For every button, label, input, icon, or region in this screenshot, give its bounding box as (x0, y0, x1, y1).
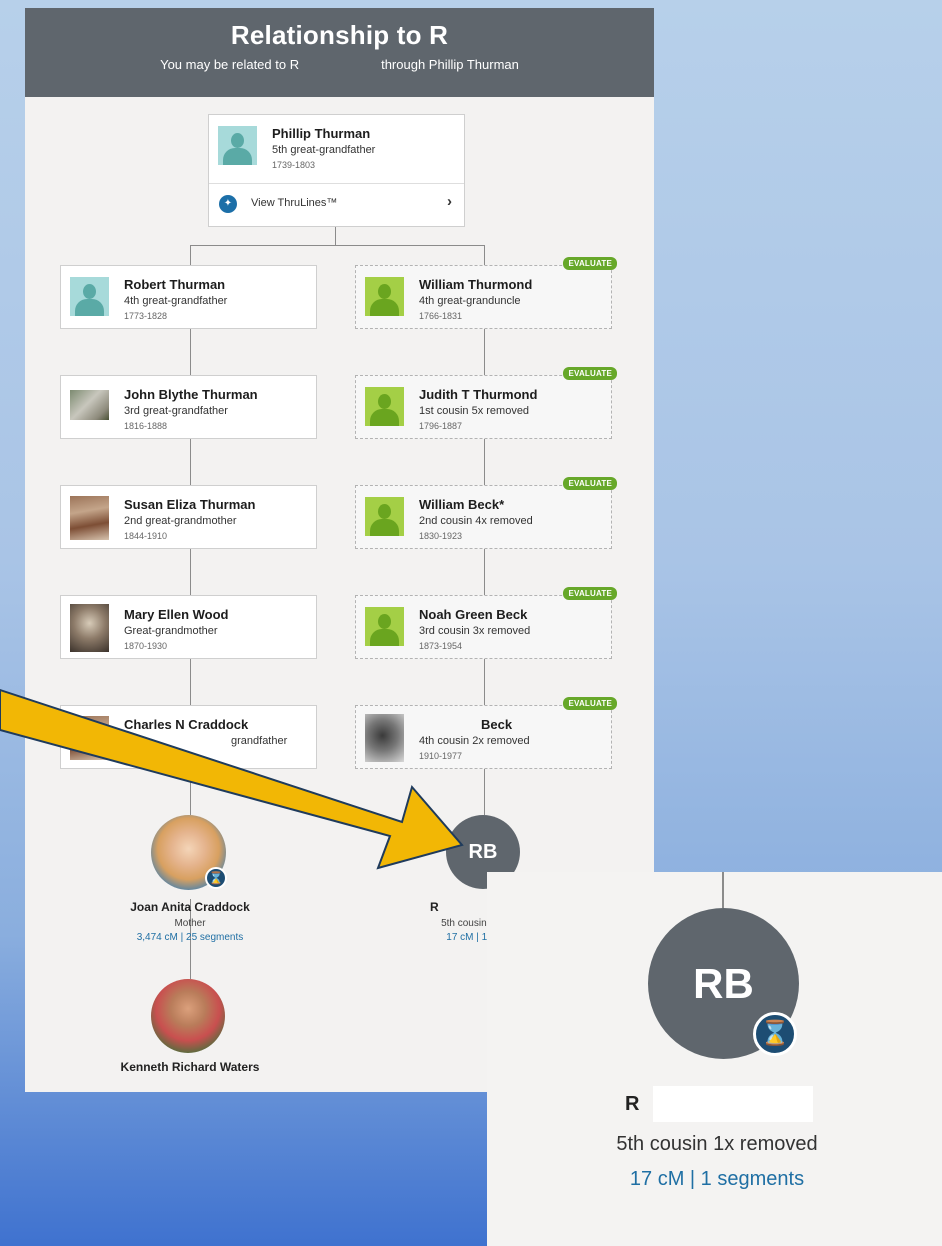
headstone-photo (70, 390, 109, 420)
person-dates: 1766-1831 (419, 311, 463, 321)
person-silhouette-icon (218, 126, 257, 165)
connector-line (190, 245, 191, 265)
person-relation: 1st cousin 5x removed (419, 405, 530, 417)
person-card[interactable]: Charles N Craddock grandfather (60, 705, 317, 769)
person-card[interactable]: Mary Ellen Wood Great-grandmother 1870-1… (60, 595, 317, 659)
connector-line (190, 245, 485, 246)
person-dates: 1873-1954 (419, 641, 463, 651)
page-title: Relationship to R (230, 20, 449, 50)
page-subtitle: You may be related to R through Phillip T… (25, 57, 654, 72)
evaluate-badge[interactable]: EVALUATE (563, 477, 617, 490)
person-photo (70, 716, 109, 760)
evaluate-person-card[interactable]: EVALUATE Noah Green Beck 3rd cousin 3x r… (355, 587, 617, 659)
connector-line (190, 659, 191, 705)
person-name: Susan Eliza Thurman (124, 497, 256, 512)
dna-match-icon: ⌛ (753, 1012, 797, 1056)
connector-line (484, 329, 485, 375)
person-relation: grandfather (231, 735, 288, 747)
ancestor-relation: 5th great-grandfather (272, 144, 376, 156)
evaluate-badge[interactable]: EVALUATE (563, 257, 617, 270)
person-name: Judith T Thurmond (419, 387, 538, 402)
person-card[interactable]: John Blythe Thurman 3rd great-grandfathe… (60, 375, 317, 439)
zoom-match-dna-link[interactable]: 17 cM | 1 segments (527, 1168, 907, 1191)
person-relation: 4th great-granduncle (419, 295, 521, 307)
connector-line (335, 227, 336, 245)
evaluate-person-card[interactable]: EVALUATE William Thurmond 4th great-gran… (355, 257, 617, 329)
mother-name[interactable]: Joan Anita Craddock (85, 900, 295, 914)
person-silhouette-icon (70, 277, 109, 316)
person-name: William Thurmond (419, 277, 533, 292)
connector-line (484, 439, 485, 485)
zoom-inset: RB ⌛ R 5th cousin 1x removed 17 cM | 1 s… (487, 872, 942, 1246)
person-name: John Blythe Thurman (124, 387, 258, 402)
person-card[interactable]: Susan Eliza Thurman 2nd great-grandmothe… (60, 485, 317, 549)
mother-dna-link[interactable]: 3,474 cM | 25 segments (85, 932, 295, 943)
evaluate-badge[interactable]: EVALUATE (563, 697, 617, 710)
mother-relation: Mother (174, 918, 206, 929)
person-dates: 1816-1888 (124, 421, 168, 431)
connector-line (484, 549, 485, 595)
person-relation: Great-grandmother (124, 625, 218, 637)
ancestor-card[interactable]: Phillip Thurman 5th great-grandfather 17… (208, 114, 465, 227)
person-name: Mary Ellen Wood (124, 607, 229, 622)
subtitle-prefix: You may be related to R (160, 57, 300, 72)
evaluate-person-card[interactable]: EVALUATE William Beck* 2nd cousin 4x rem… (355, 477, 617, 549)
person-relation: 2nd great-grandmother (124, 515, 237, 527)
user-avatar[interactable] (151, 979, 225, 1053)
connector-line (190, 769, 191, 815)
person-relation: 3rd great-grandfather (124, 405, 228, 417)
person-dates: 1910-1977 (419, 751, 463, 761)
redaction-box (653, 1086, 813, 1122)
thrulines-icon: ✦ (219, 195, 237, 213)
connector-line (484, 245, 485, 265)
match-relation: 5th cousin 1 (441, 918, 495, 929)
person-dates: 1830-1923 (419, 531, 463, 541)
zoom-match-name[interactable]: R (625, 1093, 645, 1116)
ancestor-dates: 1739-1803 (272, 160, 316, 170)
subtitle-suffix: through Phillip Thurman (381, 57, 519, 72)
person-name: Robert Thurman (124, 277, 226, 292)
person-photo (70, 496, 109, 540)
view-thrulines-link[interactable]: ✦ View ThruLines™ › (209, 183, 464, 224)
connector-line (190, 329, 191, 375)
zoom-match-relation: 5th cousin 1x removed (616, 1133, 818, 1155)
person-photo (70, 604, 109, 652)
person-silhouette-icon (365, 387, 404, 426)
connector-line (190, 549, 191, 595)
thrulines-label: View ThruLines™ (251, 197, 338, 209)
match-name[interactable]: R (430, 900, 470, 914)
ancestor-name: Phillip Thurman (272, 126, 371, 141)
match-dna-link[interactable]: 17 cM | 1 s (405, 932, 495, 943)
person-silhouette-icon (365, 277, 404, 316)
evaluate-badge[interactable]: EVALUATE (563, 367, 617, 380)
person-name: Beck (481, 717, 513, 732)
name-redaction (420, 708, 475, 726)
person-silhouette-icon (365, 607, 404, 646)
evaluate-badge[interactable]: EVALUATE (563, 587, 617, 600)
person-dates: 1773-1828 (124, 311, 168, 321)
person-relation: 4th cousin 2x removed (419, 735, 530, 747)
subtitle-redaction (297, 71, 369, 89)
person-dates: 1844-1910 (124, 531, 168, 541)
connector-line (484, 659, 485, 705)
person-relation: 3rd cousin 3x removed (419, 625, 531, 637)
person-name: William Beck* (419, 497, 505, 512)
dna-match-icon: ⌛ (205, 867, 227, 889)
evaluate-person-card[interactable]: EVALUATE Beck 4th cousin 2x removed 1910… (355, 697, 617, 769)
connector-line (484, 769, 485, 815)
person-silhouette-icon (365, 497, 404, 536)
person-relation: 2nd cousin 4x removed (419, 515, 533, 527)
person-relation: 4th great-grandfather (124, 295, 228, 307)
connector-line (722, 872, 724, 908)
person-name: Charles N Craddock (124, 717, 249, 732)
person-dates: 1796-1887 (419, 421, 463, 431)
evaluate-person-card[interactable]: EVALUATE Judith T Thurmond 1st cousin 5x… (355, 367, 617, 439)
person-name: Noah Green Beck (419, 607, 528, 622)
chevron-right-icon: › (447, 193, 452, 210)
user-name: Kenneth Richard Waters (120, 1060, 260, 1074)
person-card[interactable]: Robert Thurman 4th great-grandfather 177… (60, 265, 317, 329)
person-photo (365, 714, 404, 762)
connector-line (190, 439, 191, 485)
person-dates: 1870-1930 (124, 641, 168, 651)
